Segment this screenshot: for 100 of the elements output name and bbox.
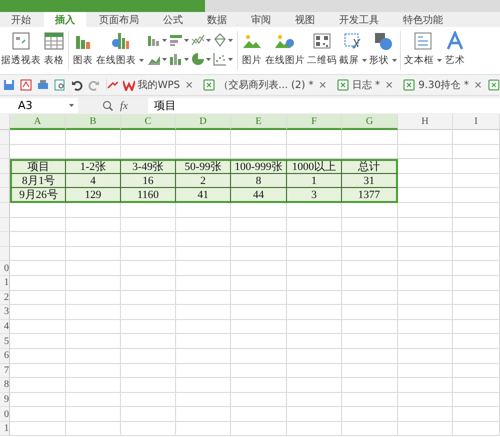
ribbon-tab[interactable]: 公式 (152, 12, 194, 27)
document-tab[interactable]: 我的WPS (138, 78, 180, 92)
ribbon-button[interactable]: 艺术 (443, 27, 468, 74)
row-header[interactable]: 0 (0, 261, 10, 276)
redo-button[interactable] (88, 79, 100, 91)
empty-cell (453, 348, 500, 364)
formula-field[interactable]: 项目 (148, 98, 500, 113)
row-header[interactable]: 8 (0, 378, 10, 393)
ribbon-button[interactable]: 截屏 (338, 27, 368, 74)
document-tab[interactable]: （交易商列表... (2) * (218, 78, 314, 92)
empty-cell (342, 392, 398, 408)
close-button[interactable]: × (316, 80, 329, 90)
ribbon-tab[interactable]: 数据 (196, 12, 238, 27)
ribbon-tab[interactable]: 视图 (284, 12, 326, 27)
empty-cell (342, 130, 398, 145)
empty-cell (398, 290, 453, 306)
empty-cell (453, 159, 500, 174)
row-header[interactable]: 7 (0, 364, 10, 378)
table-cell: 41 (176, 188, 231, 203)
column-header[interactable]: D (176, 114, 231, 130)
row-header[interactable]: 1 (0, 276, 10, 291)
row-header[interactable]: 5 (0, 334, 10, 349)
chart-type-button[interactable] (147, 33, 168, 47)
empty-cell (398, 305, 453, 320)
ribbon-button[interactable]: 二维码 (306, 27, 338, 74)
ribbon-button[interactable]: 在线图表 (95, 27, 146, 74)
ribbon-button[interactable]: 形状 (368, 27, 398, 74)
ribbon-tab[interactable]: 页面布局 (88, 12, 150, 27)
scatter-chart-icon (213, 52, 228, 66)
empty-cell (453, 202, 500, 218)
empty-cell (342, 232, 398, 247)
table-cell: 4 (66, 174, 121, 188)
close-button[interactable]: × (472, 80, 484, 90)
chart-type-button[interactable] (169, 52, 190, 66)
empty-cell (231, 422, 287, 436)
empty-cell (121, 232, 176, 247)
table-cell: 16 (121, 174, 176, 188)
row-header[interactable]: 9 (0, 392, 10, 408)
column-header[interactable]: C (121, 114, 176, 130)
ribbon-button[interactable]: 文本框 (403, 27, 444, 74)
row-header[interactable]: 2 (0, 290, 10, 306)
chart-type-button[interactable] (213, 33, 234, 47)
ribbon-button[interactable]: 图片 (240, 27, 264, 74)
row-header[interactable]: 6 (0, 348, 10, 364)
chart-type-button[interactable] (191, 52, 212, 66)
empty-cell (176, 348, 231, 364)
empty-cell (342, 261, 398, 276)
column-header[interactable]: E (231, 114, 287, 130)
name-box[interactable]: A3 (0, 98, 78, 113)
print-button[interactable] (37, 79, 49, 91)
empty-cell (231, 261, 287, 276)
print-preview-button[interactable] (54, 79, 66, 91)
ribbon-button[interactable]: 据透视表 (0, 27, 42, 74)
empty-cell (453, 378, 500, 393)
save-button[interactable] (3, 79, 15, 91)
ribbon-tab[interactable]: 开始 (0, 12, 42, 27)
document-tab[interactable]: 日志 * (352, 78, 380, 92)
function-button[interactable]: fx (120, 100, 128, 112)
row-header[interactable]: 0 (0, 407, 10, 422)
caret-icon (69, 103, 74, 108)
chart-type-button[interactable] (169, 33, 190, 47)
caret-icon (162, 56, 168, 62)
empty-cell (453, 407, 500, 422)
caret-icon (184, 38, 190, 42)
column-header[interactable]: F (287, 114, 342, 130)
empty-cell (287, 378, 342, 393)
empty-cell (176, 232, 231, 247)
column-header[interactable]: A (10, 114, 66, 130)
empty-cell (176, 422, 231, 436)
empty-cell (66, 261, 121, 276)
ribbon-button[interactable]: 图表 (71, 27, 95, 74)
column-header[interactable]: H (398, 114, 453, 130)
ribbon-button[interactable]: 表格 (42, 27, 66, 74)
chart-type-button[interactable] (213, 52, 234, 66)
ribbon-tab[interactable]: 开发工具 (328, 12, 390, 27)
column-header[interactable]: G (342, 114, 398, 130)
ribbon-tab[interactable]: 特色功能 (392, 12, 454, 27)
column-header[interactable]: I (453, 114, 500, 130)
chart-type-button[interactable] (191, 33, 212, 47)
empty-cell (176, 320, 231, 334)
close-button[interactable]: × (383, 80, 396, 90)
empty-cell (287, 202, 342, 218)
close-button[interactable]: × (183, 80, 196, 90)
document-tab[interactable]: 9.30持仓 * (418, 78, 469, 92)
pdf-button[interactable] (20, 79, 32, 91)
undo-button[interactable] (71, 79, 83, 91)
empty-cell (176, 202, 231, 218)
ribbon-tab[interactable]: 插入 (44, 12, 86, 27)
column-header[interactable]: B (66, 114, 121, 130)
empty-cell (231, 305, 287, 320)
ribbon-button[interactable]: 在线图片 (264, 27, 306, 74)
empty-cell (453, 130, 500, 145)
ribbon-tab[interactable]: 审阅 (240, 12, 282, 27)
empty-cell (121, 378, 176, 393)
empty-cell (231, 407, 287, 422)
empty-cell (342, 422, 398, 436)
row-header[interactable]: 4 (0, 320, 10, 334)
row-header[interactable]: 3 (0, 305, 10, 320)
empty-cell (231, 276, 287, 291)
row-header[interactable]: 1 (0, 422, 10, 436)
